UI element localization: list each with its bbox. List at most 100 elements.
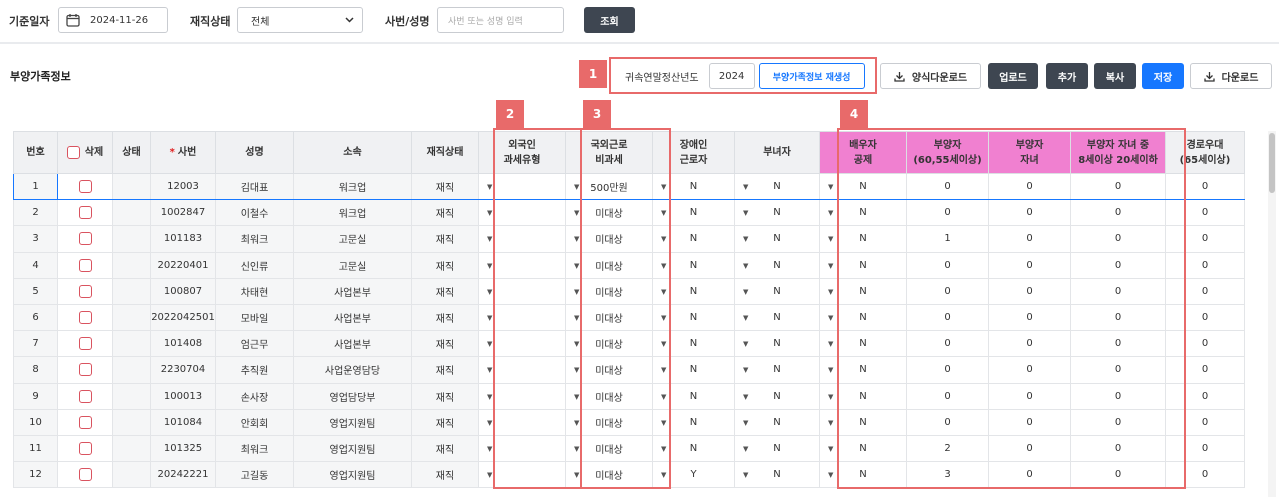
woman-dropdown[interactable]: ▼ N — [734, 461, 820, 489]
depchild-cell[interactable]: 0 — [988, 330, 1071, 358]
disabled-dropdown[interactable]: ▼ N — [652, 277, 735, 305]
dep60-cell[interactable]: 0 — [906, 172, 989, 201]
disabled-dropdown[interactable]: ▼ N — [652, 382, 735, 410]
dep60-cell[interactable]: 0 — [906, 408, 989, 436]
spouse-dropdown[interactable]: ▼ N — [819, 303, 907, 332]
col-header-emp[interactable]: * 사번 — [150, 131, 216, 174]
col-header-no[interactable]: 번호 — [13, 131, 58, 174]
spouse-dropdown[interactable]: ▼ N — [819, 408, 907, 436]
woman-dropdown[interactable]: ▼ N — [734, 330, 820, 358]
abroad-dropdown[interactable]: ▼ 미대상 — [565, 408, 653, 436]
dep60-cell[interactable]: 0 — [906, 356, 989, 384]
child820-cell[interactable]: 0 — [1070, 199, 1166, 227]
spouse-dropdown[interactable]: ▼ N — [819, 225, 907, 253]
senior-cell[interactable]: 0 — [1165, 277, 1245, 305]
table-row[interactable]: 2 1002847 이철수 워크업 재직 ▼ ▼ 미대상 ▼ N ▼ N ▼ N 0 0 0 0 — [13, 199, 1245, 227]
delete-checkbox[interactable] — [78, 363, 92, 377]
search-button[interactable]: 조회 — [584, 7, 635, 33]
disabled-dropdown[interactable]: ▼ N — [652, 356, 735, 384]
disabled-dropdown[interactable]: ▼ N — [652, 199, 735, 227]
select-all-checkbox[interactable] — [66, 145, 80, 159]
spouse-dropdown[interactable]: ▼ N — [819, 434, 907, 463]
delete-checkbox[interactable] — [78, 206, 92, 220]
delete-checkbox[interactable] — [78, 180, 92, 194]
table-row[interactable]: 3 101183 최워크 고문실 재직 ▼ ▼ 미대상 ▼ N ▼ N ▼ N 1 0 0 0 — [13, 225, 1245, 253]
foreign-dropdown[interactable]: ▼ — [478, 172, 566, 201]
dep60-cell[interactable]: 0 — [906, 330, 989, 358]
abroad-dropdown[interactable]: ▼ 미대상 — [565, 225, 653, 253]
spouse-dropdown[interactable]: ▼ N — [819, 356, 907, 384]
foreign-dropdown[interactable]: ▼ — [478, 356, 566, 384]
woman-dropdown[interactable]: ▼ N — [734, 382, 820, 410]
add-button[interactable]: 추가 — [1046, 63, 1088, 89]
abroad-dropdown[interactable]: ▼ 미대상 — [565, 461, 653, 489]
abroad-dropdown[interactable]: ▼ 미대상 — [565, 356, 653, 384]
delete-cell[interactable] — [57, 382, 113, 410]
child820-cell[interactable]: 0 — [1070, 225, 1166, 253]
table-row[interactable]: 12 20242221 고길동 영업지원팀 재직 ▼ ▼ 미대상 ▼ Y ▼ N ▼ N 3 0 0 0 — [13, 461, 1245, 489]
woman-dropdown[interactable]: ▼ N — [734, 172, 820, 201]
col-header-depchild[interactable]: 부양자 자녀 — [988, 131, 1071, 174]
depchild-cell[interactable]: 0 — [988, 461, 1071, 489]
col-header-senior[interactable]: 경로우대 (65세이상) — [1165, 131, 1245, 174]
base-date-field[interactable]: 2024-11-26 — [58, 7, 168, 33]
depchild-cell[interactable]: 0 — [988, 225, 1071, 253]
depchild-cell[interactable]: 0 — [988, 303, 1071, 332]
delete-cell[interactable] — [57, 277, 113, 305]
delete-checkbox[interactable] — [78, 284, 92, 298]
col-header-disabled[interactable]: 장애인 근로자 — [652, 131, 735, 174]
woman-dropdown[interactable]: ▼ N — [734, 356, 820, 384]
senior-cell[interactable]: 0 — [1165, 172, 1245, 201]
abroad-dropdown[interactable]: ▼ 미대상 — [565, 199, 653, 227]
table-row[interactable]: 9 100013 손사장 영업담당부 재직 ▼ ▼ 미대상 ▼ N ▼ N ▼ N 0 0 0 0 — [13, 382, 1245, 410]
col-header-dep60[interactable]: 부양자 (60,55세이상) — [906, 131, 989, 174]
disabled-dropdown[interactable]: ▼ N — [652, 434, 735, 463]
delete-checkbox[interactable] — [78, 441, 92, 455]
depchild-cell[interactable]: 0 — [988, 408, 1071, 436]
senior-cell[interactable]: 0 — [1165, 199, 1245, 227]
col-header-child820[interactable]: 부양자 자녀 중 8세이상 20세이하 — [1070, 131, 1166, 174]
senior-cell[interactable]: 0 — [1165, 330, 1245, 358]
disabled-dropdown[interactable]: ▼ N — [652, 408, 735, 436]
table-row[interactable]: 6 2022042501 모바일 사업본부 재직 ▼ ▼ 미대상 ▼ N ▼ N ▼ N 0 0 0 0 — [13, 303, 1245, 332]
download-button[interactable]: 다운로드 — [1190, 63, 1272, 89]
senior-cell[interactable]: 0 — [1165, 382, 1245, 410]
disabled-dropdown[interactable]: ▼ N — [652, 251, 735, 279]
woman-dropdown[interactable]: ▼ N — [734, 199, 820, 227]
delete-checkbox[interactable] — [78, 415, 92, 429]
child820-cell[interactable]: 0 — [1070, 251, 1166, 279]
depchild-cell[interactable]: 0 — [988, 199, 1071, 227]
delete-checkbox[interactable] — [78, 468, 92, 482]
disabled-dropdown[interactable]: ▼ Y — [652, 461, 735, 489]
col-header-abroad[interactable]: 국외근로 비과세 — [565, 131, 653, 174]
col-header-name[interactable]: 성명 — [215, 131, 294, 174]
foreign-dropdown[interactable]: ▼ — [478, 461, 566, 489]
woman-dropdown[interactable]: ▼ N — [734, 277, 820, 305]
upload-button[interactable]: 업로드 — [988, 63, 1038, 89]
table-row[interactable]: 7 101408 엄근무 사업본부 재직 ▼ ▼ 미대상 ▼ N ▼ N ▼ N 0 0 0 0 — [13, 330, 1245, 358]
child820-cell[interactable]: 0 — [1070, 408, 1166, 436]
col-header-spouse[interactable]: 배우자 공제 — [819, 131, 907, 174]
delete-cell[interactable] — [57, 330, 113, 358]
emp-search-input[interactable]: 사번 또는 성명 입력 — [437, 7, 564, 33]
spouse-dropdown[interactable]: ▼ N — [819, 461, 907, 489]
template-download-button[interactable]: 양식다운로드 — [880, 63, 981, 89]
delete-cell[interactable] — [57, 199, 113, 227]
abroad-dropdown[interactable]: ▼ 미대상 — [565, 303, 653, 332]
dep60-cell[interactable]: 0 — [906, 382, 989, 410]
delete-checkbox[interactable] — [78, 311, 92, 325]
senior-cell[interactable]: 0 — [1165, 225, 1245, 253]
delete-cell[interactable] — [57, 251, 113, 279]
disabled-dropdown[interactable]: ▼ N — [652, 172, 735, 201]
woman-dropdown[interactable]: ▼ N — [734, 225, 820, 253]
dep60-cell[interactable]: 3 — [906, 461, 989, 489]
col-header-status[interactable]: 재직상태 — [411, 131, 479, 174]
delete-cell[interactable] — [57, 461, 113, 489]
spouse-dropdown[interactable]: ▼ N — [819, 382, 907, 410]
woman-dropdown[interactable]: ▼ N — [734, 408, 820, 436]
foreign-dropdown[interactable]: ▼ — [478, 303, 566, 332]
spouse-dropdown[interactable]: ▼ N — [819, 330, 907, 358]
delete-cell[interactable] — [57, 172, 113, 201]
depchild-cell[interactable]: 0 — [988, 277, 1071, 305]
child820-cell[interactable]: 0 — [1070, 461, 1166, 489]
